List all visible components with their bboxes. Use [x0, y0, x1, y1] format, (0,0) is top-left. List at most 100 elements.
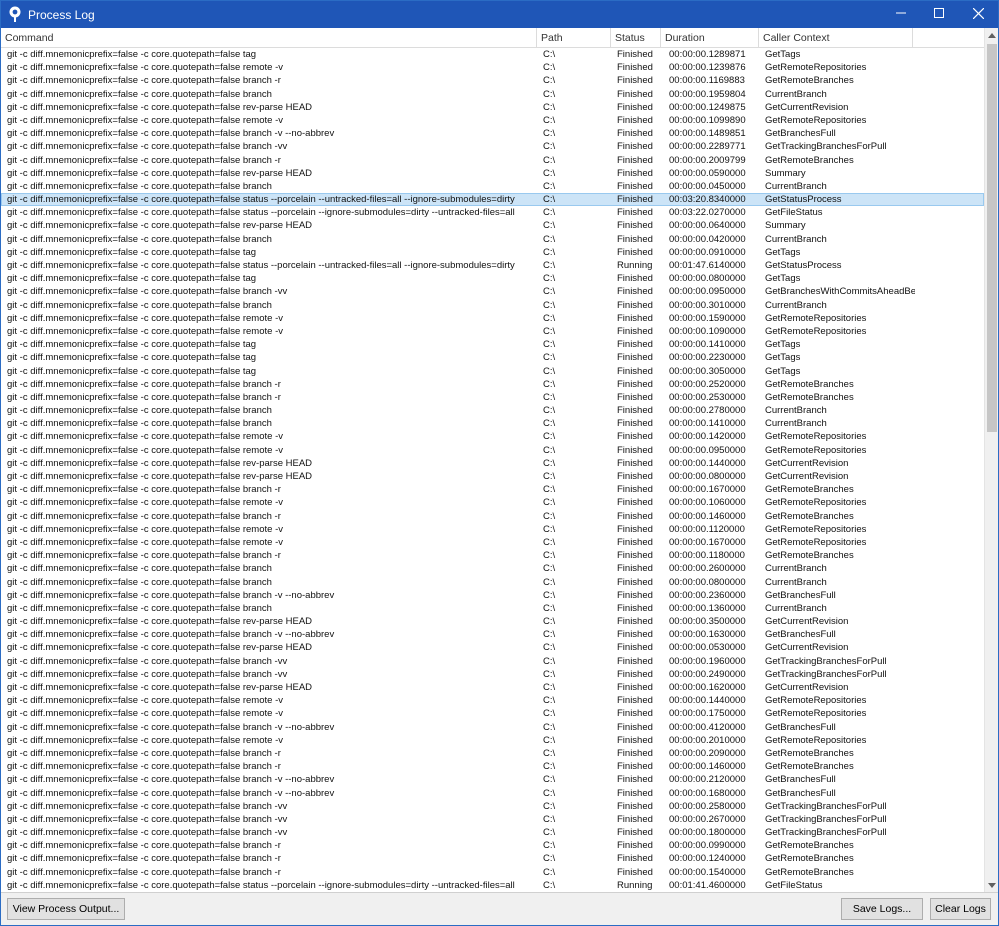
table-row[interactable]: git -c diff.mnemonicprefix=false -c core… [1, 813, 984, 826]
table-row[interactable]: git -c diff.mnemonicprefix=false -c core… [1, 681, 984, 694]
clear-logs-button[interactable]: Clear Logs [930, 898, 991, 920]
table-row[interactable]: git -c diff.mnemonicprefix=false -c core… [1, 773, 984, 786]
table-row[interactable]: git -c diff.mnemonicprefix=false -c core… [1, 549, 984, 562]
title-bar[interactable]: Process Log [1, 1, 998, 28]
table-row[interactable]: git -c diff.mnemonicprefix=false -c core… [1, 180, 984, 193]
command-cell: git -c diff.mnemonicprefix=false -c core… [7, 404, 537, 417]
maximize-icon [934, 8, 944, 21]
path-cell: C:\ [543, 576, 609, 589]
table-row[interactable]: git -c diff.mnemonicprefix=false -c core… [1, 826, 984, 839]
table-row[interactable]: git -c diff.mnemonicprefix=false -c core… [1, 523, 984, 536]
table-row[interactable]: git -c diff.mnemonicprefix=false -c core… [1, 430, 984, 443]
caller-context-cell: GetRemoteBranches [765, 378, 915, 391]
table-row[interactable]: git -c diff.mnemonicprefix=false -c core… [1, 338, 984, 351]
table-row[interactable]: git -c diff.mnemonicprefix=false -c core… [1, 351, 984, 364]
table-row[interactable]: git -c diff.mnemonicprefix=false -c core… [1, 127, 984, 140]
duration-cell: 00:00:00.2120000 [669, 773, 759, 786]
table-row[interactable]: git -c diff.mnemonicprefix=false -c core… [1, 470, 984, 483]
table-row[interactable]: git -c diff.mnemonicprefix=false -c core… [1, 747, 984, 760]
table-row[interactable]: git -c diff.mnemonicprefix=false -c core… [1, 88, 984, 101]
table-row[interactable]: git -c diff.mnemonicprefix=false -c core… [1, 61, 984, 74]
table-row[interactable]: git -c diff.mnemonicprefix=false -c core… [1, 233, 984, 246]
table-row[interactable]: git -c diff.mnemonicprefix=false -c core… [1, 391, 984, 404]
maximize-button[interactable] [919, 1, 959, 28]
command-cell: git -c diff.mnemonicprefix=false -c core… [7, 510, 537, 523]
table-row[interactable]: git -c diff.mnemonicprefix=false -c core… [1, 272, 984, 285]
table-row[interactable]: git -c diff.mnemonicprefix=false -c core… [1, 800, 984, 813]
table-row[interactable]: git -c diff.mnemonicprefix=false -c core… [1, 154, 984, 167]
table-row[interactable]: git -c diff.mnemonicprefix=false -c core… [1, 101, 984, 114]
caller-context-cell: GetTags [765, 246, 915, 259]
table-row[interactable]: git -c diff.mnemonicprefix=false -c core… [1, 74, 984, 87]
table-row[interactable]: git -c diff.mnemonicprefix=false -c core… [1, 866, 984, 879]
path-cell: C:\ [543, 312, 609, 325]
table-row[interactable]: git -c diff.mnemonicprefix=false -c core… [1, 312, 984, 325]
table-row[interactable]: git -c diff.mnemonicprefix=false -c core… [1, 694, 984, 707]
table-row[interactable]: git -c diff.mnemonicprefix=false -c core… [1, 378, 984, 391]
table-row[interactable]: git -c diff.mnemonicprefix=false -c core… [1, 114, 984, 127]
table-row[interactable]: git -c diff.mnemonicprefix=false -c core… [1, 628, 984, 641]
process-log-table[interactable]: Command Path Status Duration Caller Cont… [1, 28, 998, 893]
column-header-duration[interactable]: Duration [661, 28, 759, 48]
table-row[interactable]: git -c diff.mnemonicprefix=false -c core… [1, 668, 984, 681]
view-process-output-button[interactable]: View Process Output... [7, 898, 125, 920]
table-row[interactable]: git -c diff.mnemonicprefix=false -c core… [1, 760, 984, 773]
table-row[interactable]: git -c diff.mnemonicprefix=false -c core… [1, 206, 984, 219]
table-row[interactable]: git -c diff.mnemonicprefix=false -c core… [1, 246, 984, 259]
table-row[interactable]: git -c diff.mnemonicprefix=false -c core… [1, 562, 984, 575]
table-row[interactable]: git -c diff.mnemonicprefix=false -c core… [1, 167, 984, 180]
table-row[interactable]: git -c diff.mnemonicprefix=false -c core… [1, 483, 984, 496]
table-row[interactable]: git -c diff.mnemonicprefix=false -c core… [1, 536, 984, 549]
close-icon [973, 8, 984, 22]
table-row[interactable]: git -c diff.mnemonicprefix=false -c core… [1, 879, 984, 892]
table-row[interactable]: git -c diff.mnemonicprefix=false -c core… [1, 325, 984, 338]
scroll-down-button[interactable] [985, 878, 998, 892]
status-cell: Finished [617, 813, 663, 826]
table-row[interactable]: git -c diff.mnemonicprefix=false -c core… [1, 417, 984, 430]
save-logs-button[interactable]: Save Logs... [841, 898, 923, 920]
table-row[interactable]: git -c diff.mnemonicprefix=false -c core… [1, 48, 984, 61]
duration-cell: 00:00:00.1239876 [669, 61, 759, 74]
table-row[interactable]: git -c diff.mnemonicprefix=false -c core… [1, 615, 984, 628]
status-cell: Finished [617, 114, 663, 127]
table-row[interactable]: git -c diff.mnemonicprefix=false -c core… [1, 193, 984, 206]
vertical-scrollbar[interactable] [984, 28, 998, 892]
duration-cell: 00:00:00.1440000 [669, 694, 759, 707]
table-row[interactable]: git -c diff.mnemonicprefix=false -c core… [1, 219, 984, 232]
column-header-path[interactable]: Path [537, 28, 611, 48]
table-row[interactable]: git -c diff.mnemonicprefix=false -c core… [1, 510, 984, 523]
column-header-status[interactable]: Status [611, 28, 661, 48]
table-row[interactable]: git -c diff.mnemonicprefix=false -c core… [1, 285, 984, 298]
status-cell: Finished [617, 668, 663, 681]
table-row[interactable]: git -c diff.mnemonicprefix=false -c core… [1, 457, 984, 470]
table-row[interactable]: git -c diff.mnemonicprefix=false -c core… [1, 576, 984, 589]
scrollbar-thumb[interactable] [987, 44, 997, 432]
column-header-command[interactable]: Command [1, 28, 537, 48]
table-row[interactable]: git -c diff.mnemonicprefix=false -c core… [1, 299, 984, 312]
table-row[interactable]: git -c diff.mnemonicprefix=false -c core… [1, 707, 984, 720]
table-row[interactable]: git -c diff.mnemonicprefix=false -c core… [1, 721, 984, 734]
table-row[interactable]: git -c diff.mnemonicprefix=false -c core… [1, 734, 984, 747]
column-header-caller-context[interactable]: Caller Context [759, 28, 913, 48]
close-button[interactable] [958, 1, 998, 28]
command-cell: git -c diff.mnemonicprefix=false -c core… [7, 470, 537, 483]
table-row[interactable]: git -c diff.mnemonicprefix=false -c core… [1, 589, 984, 602]
command-cell: git -c diff.mnemonicprefix=false -c core… [7, 721, 537, 734]
table-row[interactable]: git -c diff.mnemonicprefix=false -c core… [1, 404, 984, 417]
table-row[interactable]: git -c diff.mnemonicprefix=false -c core… [1, 140, 984, 153]
duration-cell: 00:00:00.1620000 [669, 681, 759, 694]
table-row[interactable]: git -c diff.mnemonicprefix=false -c core… [1, 852, 984, 865]
table-row[interactable]: git -c diff.mnemonicprefix=false -c core… [1, 787, 984, 800]
table-row[interactable]: git -c diff.mnemonicprefix=false -c core… [1, 444, 984, 457]
table-row[interactable]: git -c diff.mnemonicprefix=false -c core… [1, 602, 984, 615]
table-row[interactable]: git -c diff.mnemonicprefix=false -c core… [1, 365, 984, 378]
table-row[interactable]: git -c diff.mnemonicprefix=false -c core… [1, 259, 984, 272]
table-row[interactable]: git -c diff.mnemonicprefix=false -c core… [1, 839, 984, 852]
table-row[interactable]: git -c diff.mnemonicprefix=false -c core… [1, 641, 984, 654]
table-row[interactable]: git -c diff.mnemonicprefix=false -c core… [1, 655, 984, 668]
path-cell: C:\ [543, 114, 609, 127]
table-row[interactable]: git -c diff.mnemonicprefix=false -c core… [1, 496, 984, 509]
minimize-button[interactable] [881, 1, 921, 28]
chevron-up-icon [988, 30, 996, 41]
scroll-up-button[interactable] [985, 28, 998, 42]
